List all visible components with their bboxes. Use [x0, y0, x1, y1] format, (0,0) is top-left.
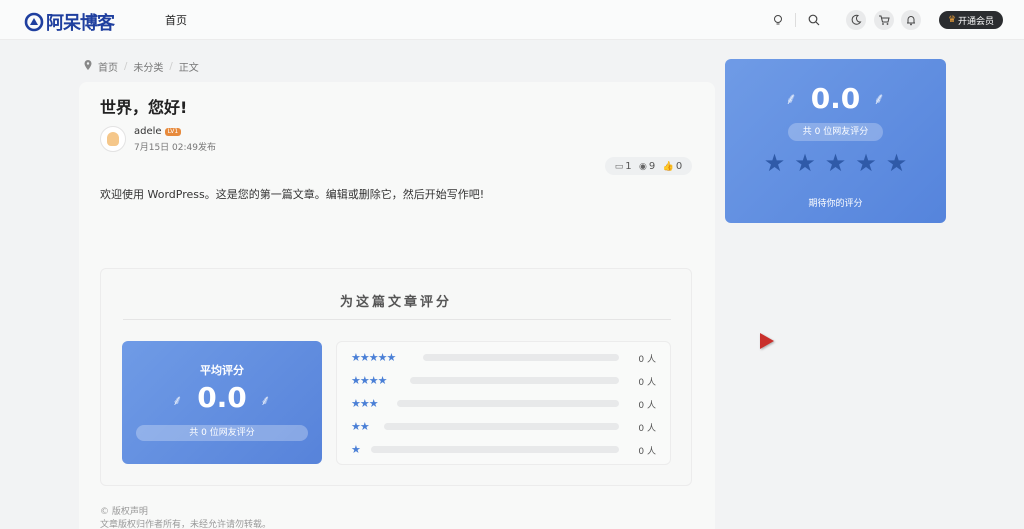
stars-4: ★★★★ [351, 373, 387, 387]
rating-count-3: 0 人 [638, 401, 656, 411]
view-count: ◉ 9 [639, 160, 656, 172]
thumb-up-icon: 👍 [662, 161, 674, 172]
cart-icon[interactable] [874, 10, 894, 30]
average-rating-card: 平均评分 ⸙ 0.0 ⸙ 共 0 位网友评分 [122, 341, 322, 464]
rating-count-1: 0 人 [638, 447, 656, 457]
copyright-title: © 版权声明 [100, 507, 148, 517]
rate-star-4[interactable]: ★ [855, 151, 877, 175]
copyright-notice: © 版权声明 文章版权归作者所有，未经允许请勿转载。 [100, 506, 271, 529]
post-title: 世界，您好! [100, 98, 188, 117]
rating-row-2: ★★ [351, 419, 370, 433]
rate-star-3[interactable]: ★ [825, 151, 847, 175]
eye-icon: ◉ [639, 161, 647, 172]
author-name[interactable]: adele [134, 126, 162, 137]
rating-row-4: ★★★★ [351, 373, 387, 387]
search-icon[interactable] [804, 10, 824, 30]
crown-icon: ♛ [947, 15, 957, 25]
avatar-image [107, 132, 119, 146]
logo-text: 阿呆博客 [46, 13, 115, 34]
rating-title: 为这篇文章评分 [339, 295, 452, 310]
comment-count[interactable]: ▭ 1 [615, 161, 632, 172]
sidebar-rating-widget: ⸙ 0.0 ⸙ 共 0 位网友评分 ★ ★ ★ ★ ★ 期待你的评分 [725, 59, 946, 223]
post-stats: ▭ 1 ◉ 9 👍 0 [605, 157, 692, 175]
vip-button[interactable]: ♛ 开通会员 [939, 11, 1003, 29]
author-info: adele LV1 [134, 126, 182, 137]
article-card: 世界，您好! adele LV1 7月15日 02:49发布 ▭ 1 ◉ 9 👍 0 … [79, 82, 715, 529]
average-label: 平均评分 [200, 364, 244, 377]
stars-1: ★ [351, 442, 361, 456]
mouse-cursor [760, 333, 774, 349]
stars-3: ★★★ [351, 396, 379, 410]
like-count[interactable]: 👍 0 [663, 161, 683, 172]
rating-bar-5 [423, 354, 619, 361]
nav-home-link[interactable]: 首页 [165, 12, 187, 28]
vip-label: 开通会员 [958, 16, 995, 27]
breadcrumb-separator: / [124, 61, 128, 72]
rating-bar-3 [397, 400, 619, 407]
rating-count-2: 0 人 [638, 424, 656, 434]
rating-distribution: ★★★★★ 0 人 ★★★★ 0 人 ★★★ 0 人 ★★ 0 人 ★ 0 人 [336, 341, 671, 465]
rating-bar-1 [371, 446, 619, 453]
copyright-text: 文章版权归作者所有，未经允许请勿转载。 [100, 520, 272, 529]
level-badge: LV1 [164, 127, 182, 136]
stars-2: ★★ [351, 419, 370, 433]
rating-bar-2 [384, 423, 619, 430]
rating-row-1: ★ [351, 442, 361, 456]
comment-icon: ▭ [614, 161, 624, 172]
header-divider [795, 13, 796, 27]
author-avatar[interactable] [100, 126, 126, 152]
rating-divider [123, 319, 671, 320]
laurel-right-icon: ⸙ [873, 89, 886, 108]
top-navbar: 阿呆博客 首页 ♛ 开通会员 [0, 0, 1024, 40]
voters-count: 共 0 位网友评分 [136, 425, 308, 441]
rating-section: 为这篇文章评分 平均评分 ⸙ 0.0 ⸙ 共 0 位网友评分 ★★★★★ 0 人… [100, 268, 692, 486]
moon-icon[interactable] [846, 10, 866, 30]
location-icon [84, 60, 92, 73]
breadcrumb-separator: / [169, 61, 173, 72]
sidebar-rating-hint: 期待你的评分 [808, 199, 863, 209]
post-date: 7月15日 02:49发布 [134, 143, 216, 153]
bell-icon[interactable] [901, 10, 921, 30]
rating-row-5: ★★★★★ [351, 350, 396, 364]
bulb-icon[interactable] [768, 10, 788, 30]
rate-star-2[interactable]: ★ [794, 151, 816, 175]
logo-icon [24, 12, 44, 32]
breadcrumb-home[interactable]: 首页 [98, 59, 118, 74]
rate-star-5[interactable]: ★ [886, 151, 908, 175]
breadcrumb-current: 正文 [178, 63, 199, 74]
rating-bar-4 [410, 377, 619, 384]
sidebar-voters-count: 共 0 位网友评分 [788, 123, 883, 141]
post-content: 欢迎使用 WordPress。这是您的第一篇文章。编辑或删除它，然后开始写作吧! [100, 188, 485, 201]
rating-count-4: 0 人 [638, 378, 656, 388]
laurel-right-icon: ⸙ [260, 393, 271, 409]
breadcrumb-category[interactable]: 未分类 [133, 59, 163, 74]
sidebar-star-picker: ★ ★ ★ ★ ★ [725, 151, 946, 175]
rating-count-5: 0 人 [638, 355, 656, 365]
breadcrumb: 首页 / 未分类 / 正文 [84, 59, 199, 74]
sidebar-score: 0.0 [810, 82, 861, 115]
rate-star-1[interactable]: ★ [764, 151, 786, 175]
stars-5: ★★★★★ [351, 350, 396, 364]
rating-row-3: ★★★ [351, 396, 379, 410]
average-score: 0.0 [197, 381, 247, 414]
site-logo[interactable]: 阿呆博客 [24, 9, 115, 35]
